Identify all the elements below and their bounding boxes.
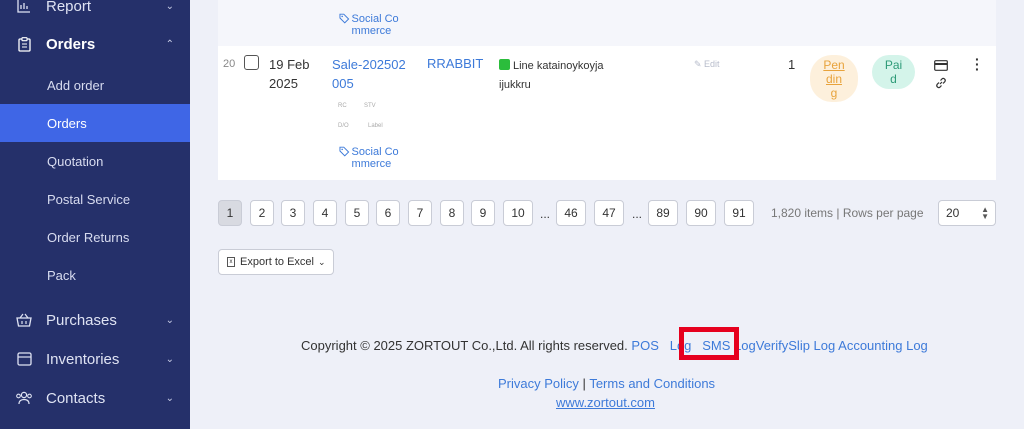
- sidebar-item-label: Purchases: [46, 311, 117, 329]
- page-button-47[interactable]: 47: [594, 200, 624, 226]
- sidebar-subitem-quotation[interactable]: Quotation: [0, 142, 190, 180]
- page-button-5[interactable]: 5: [345, 200, 369, 226]
- sale-number-link[interactable]: Sale-202502 005: [332, 55, 412, 93]
- row-checkbox[interactable]: [244, 55, 259, 70]
- mini-label-rc[interactable]: RC: [338, 103, 347, 109]
- verifyslip-log-link[interactable]: VerifySlip Log: [756, 338, 836, 353]
- users-icon: [15, 389, 33, 407]
- pagination-ellipsis: ...: [632, 207, 643, 221]
- highlight-box: [679, 327, 739, 360]
- page-button-91[interactable]: 91: [724, 200, 754, 226]
- footer-policy-links: Privacy Policy | Terms and Conditions: [498, 376, 716, 391]
- sidebar-item-purchases[interactable]: Purchases ⌄: [0, 301, 190, 339]
- mini-label-stv[interactable]: STV: [364, 103, 376, 109]
- rows-per-page-select[interactable]: 20 ▲ ▼: [938, 200, 996, 226]
- page-button-7[interactable]: 7: [408, 200, 432, 226]
- tag-social-commerce: Social Co mmerce: [339, 146, 411, 170]
- sidebar-item-label: Contacts: [46, 389, 106, 407]
- chevron-down-icon: ⌄: [317, 256, 326, 267]
- page-button-8[interactable]: 8: [440, 200, 464, 226]
- sidebar-item-label: Inventories: [46, 350, 120, 368]
- credit-card-icon[interactable]: [934, 58, 948, 76]
- chevron-up-icon: ⌃: [165, 38, 174, 50]
- status-badge-pending[interactable]: Pen din g: [810, 55, 858, 102]
- page-button-46[interactable]: 46: [556, 200, 586, 226]
- website-link[interactable]: www.zortout.com: [556, 395, 655, 410]
- edit-button[interactable]: ✎ Edit: [694, 59, 720, 70]
- page-button-2[interactable]: 2: [250, 200, 274, 226]
- sidebar-subitem-order-returns[interactable]: Order Returns: [0, 218, 190, 256]
- sidebar-item-label: Report: [46, 0, 92, 15]
- sidebar-item-contacts[interactable]: Contacts ⌄: [0, 379, 190, 417]
- page-button-1[interactable]: 1: [218, 200, 242, 226]
- sidebar: Report ⌄ Orders ⌃ Add order Orders Quota…: [0, 0, 190, 429]
- export-to-excel-button[interactable]: x Export to Excel ⌄: [218, 249, 334, 275]
- table-row-previous: [218, 0, 996, 46]
- terms-link[interactable]: Terms and Conditions: [589, 376, 715, 391]
- chevron-down-icon: ⌄: [165, 0, 174, 12]
- sidebar-subitem-postal-service[interactable]: Postal Service: [0, 180, 190, 218]
- quantity: 1: [788, 57, 796, 72]
- select-arrows-icon: ▲ ▼: [981, 205, 989, 221]
- page-button-10[interactable]: 10: [503, 200, 533, 226]
- customer-link[interactable]: RRABBIT: [427, 56, 483, 71]
- accounting-log-link[interactable]: Accounting Log: [838, 338, 928, 353]
- footer-copyright-line: Copyright © 2025 ZORTOUT Co.,Ltd. All ri…: [301, 338, 928, 353]
- mini-label-label[interactable]: Label: [368, 123, 383, 129]
- excel-file-icon: x: [227, 257, 235, 267]
- basket-icon: [15, 311, 33, 329]
- sales-channel: Line katainoykoyja ijukkru: [499, 59, 604, 91]
- sidebar-subitem-pack[interactable]: Pack: [0, 256, 190, 294]
- sidebar-subitem-add-order[interactable]: Add order: [0, 66, 190, 104]
- tag-icon: [339, 146, 350, 157]
- sidebar-item-orders[interactable]: Orders ⌃: [0, 25, 190, 63]
- pos-log-link[interactable]: POS: [631, 338, 658, 353]
- sidebar-subitem-orders[interactable]: Orders: [0, 104, 190, 142]
- page-button-6[interactable]: 6: [376, 200, 400, 226]
- pagination-ellipsis: ...: [540, 207, 551, 221]
- page-button-89[interactable]: 89: [648, 200, 678, 226]
- page-button-90[interactable]: 90: [686, 200, 716, 226]
- page-button-9[interactable]: 9: [471, 200, 495, 226]
- link-icon[interactable]: [935, 76, 947, 94]
- bar-chart-icon: [15, 0, 33, 15]
- chevron-down-icon: ⌄: [165, 314, 174, 326]
- privacy-policy-link[interactable]: Privacy Policy: [498, 376, 579, 391]
- chevron-down-icon: ⌄: [165, 353, 174, 365]
- box-icon: [15, 350, 33, 368]
- more-options-icon[interactable]: · · ·: [975, 52, 980, 76]
- tag-icon: [339, 13, 350, 24]
- sidebar-item-report[interactable]: Report ⌄: [0, 0, 190, 25]
- payment-badge-paid: Pai d: [872, 55, 915, 89]
- mini-label-do[interactable]: D/O: [338, 123, 349, 129]
- pagination-info: 1,820 items | Rows per page: [771, 206, 924, 220]
- page-button-4[interactable]: 4: [313, 200, 337, 226]
- clipboard-icon: [15, 35, 33, 53]
- line-icon: [499, 59, 510, 70]
- chevron-down-icon: ⌄: [165, 392, 174, 404]
- sidebar-item-label: Orders: [46, 35, 96, 53]
- row-index: 20: [223, 58, 236, 70]
- sidebar-item-inventories[interactable]: Inventories ⌄: [0, 340, 190, 378]
- page-button-3[interactable]: 3: [281, 200, 305, 226]
- tag-social-commerce-prev: Social Co mmerce: [339, 13, 411, 37]
- order-date: 19 Feb 2025: [269, 57, 310, 91]
